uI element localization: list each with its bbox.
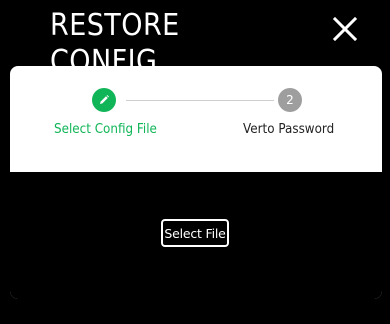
step-2-label: Verto Password (243, 122, 335, 137)
step-1-indicator (92, 88, 116, 112)
file-select-area: Select File (10, 172, 382, 299)
step-connector (126, 100, 274, 101)
dialog-header: RESTORE CONFIG (0, 0, 390, 79)
close-button[interactable] (331, 15, 359, 43)
close-icon[interactable] (331, 15, 359, 43)
pencil-icon (100, 95, 109, 104)
step-1-label: Select Config File (54, 122, 157, 137)
select-file-button[interactable]: Select File (161, 219, 229, 247)
step-2-indicator: 2 (278, 88, 302, 112)
restore-config-card: Select Config File 2 Verto Password Sele… (10, 66, 382, 299)
stepper: Select Config File 2 Verto Password (10, 66, 382, 170)
step-2-number: 2 (286, 93, 294, 107)
